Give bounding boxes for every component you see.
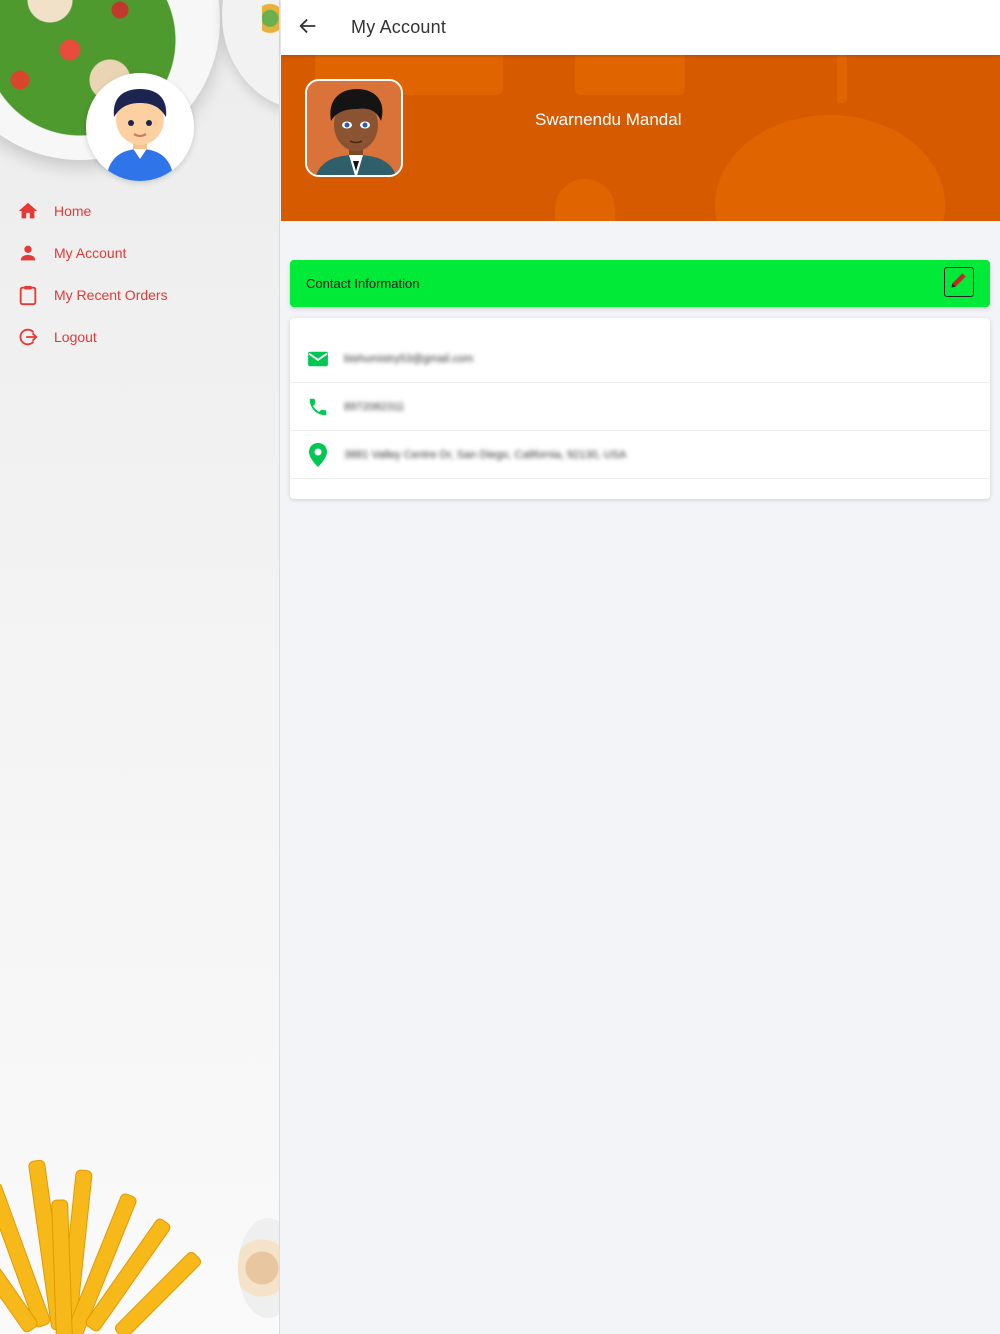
- contact-info-card: bishumistry53@gmail.com 8972082311 3881 …: [290, 318, 990, 499]
- sidebar-item-recent-orders[interactable]: My Recent Orders: [0, 274, 279, 316]
- phone-icon: [306, 395, 330, 419]
- back-button[interactable]: [288, 8, 328, 48]
- phone-row: 8972082311: [290, 383, 990, 431]
- profile-banner: Swarnendu Mandal: [281, 55, 1000, 221]
- app-bar: My Account: [281, 0, 1000, 55]
- sidebar-item-logout[interactable]: Logout: [0, 316, 279, 358]
- arrow-left-icon: [297, 15, 319, 41]
- contact-info-header: Contact Information: [290, 260, 990, 307]
- email-icon: [306, 347, 330, 371]
- banner-pattern: [715, 115, 945, 221]
- page-title: My Account: [351, 17, 447, 37]
- bowl-image: [238, 1218, 279, 1318]
- sidebar-item-home[interactable]: Home: [0, 190, 279, 232]
- address-value: 3881 Valley Centre Dr, San Diego, Califo…: [344, 448, 627, 461]
- email-value: bishumistry53@gmail.com: [344, 352, 474, 365]
- sidebar-item-label: My Recent Orders: [54, 287, 168, 303]
- edit-contact-button[interactable]: [944, 267, 974, 297]
- email-row: bishumistry53@gmail.com: [290, 335, 990, 383]
- logout-icon: [16, 325, 40, 349]
- user-avatar: [305, 79, 403, 177]
- navigation-drawer: Home My Account My Recent Orders Logout: [0, 0, 280, 1334]
- clipboard-icon: [16, 283, 40, 307]
- food-garnish-image: [262, 0, 279, 46]
- drawer-menu: Home My Account My Recent Orders Logout: [0, 190, 279, 358]
- location-pin-icon: [306, 442, 330, 467]
- sidebar-item-my-account[interactable]: My Account: [0, 232, 279, 274]
- sidebar-item-label: My Account: [54, 245, 127, 261]
- drawer-avatar: [86, 73, 194, 181]
- banner-pattern: [837, 55, 847, 103]
- section-title: Contact Information: [306, 276, 420, 291]
- phone-value: 8972082311: [344, 400, 405, 413]
- person-icon: [16, 241, 40, 265]
- sidebar-item-label: Home: [54, 203, 92, 219]
- address-row: 3881 Valley Centre Dr, San Diego, Califo…: [290, 431, 990, 479]
- sidebar-item-label: Logout: [54, 329, 97, 345]
- banner-pattern: [575, 55, 685, 95]
- pencil-icon: [949, 270, 969, 294]
- main-content: My Account Swarnendu Mandal Contact Info…: [281, 0, 1000, 1334]
- user-name: Swarnendu Mandal: [535, 110, 682, 129]
- banner-pattern: [555, 179, 615, 221]
- french-fries-image: [0, 1140, 230, 1334]
- home-icon: [16, 199, 40, 223]
